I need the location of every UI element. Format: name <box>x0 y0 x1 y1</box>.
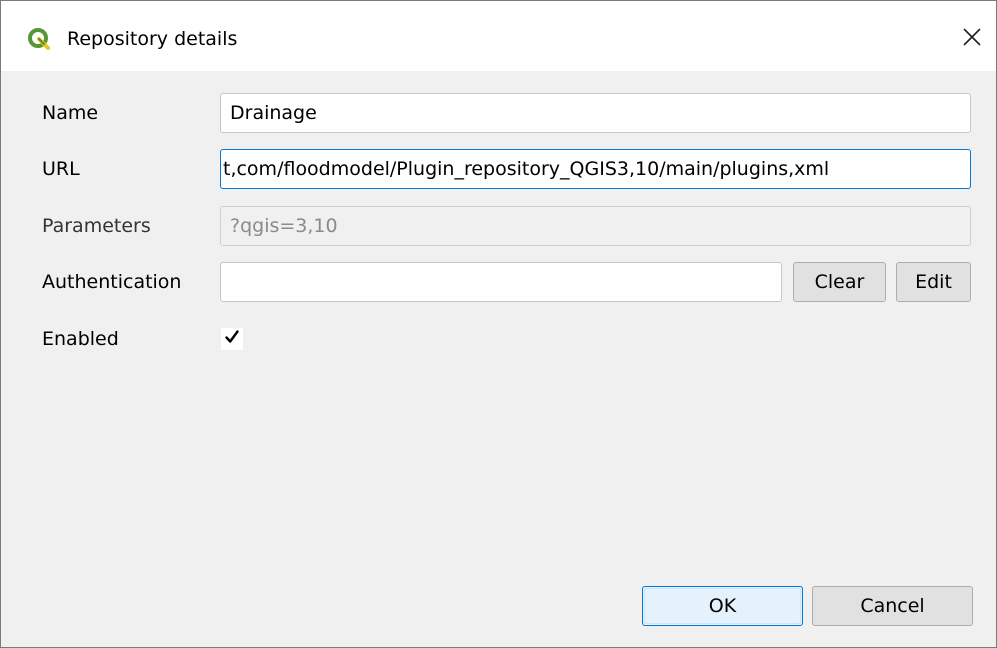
checkmark-icon <box>224 329 240 349</box>
cancel-button[interactable]: Cancel <box>812 586 973 626</box>
repository-details-dialog: Repository details Name Drainage URL t,c… <box>0 0 997 648</box>
url-label: URL <box>42 158 80 180</box>
name-label: Name <box>42 102 99 124</box>
close-button[interactable] <box>956 23 988 55</box>
parameters-field: ?qgis=3,10 <box>220 206 971 246</box>
edit-button[interactable]: Edit <box>896 262 971 302</box>
title-bar: Repository details <box>1 1 996 71</box>
name-field-value: Drainage <box>230 102 317 124</box>
close-icon <box>962 27 982 51</box>
dialog-title: Repository details <box>67 28 238 50</box>
enabled-checkbox[interactable] <box>220 327 244 351</box>
parameters-field-value: ?qgis=3,10 <box>230 215 338 237</box>
url-field[interactable]: t,com/floodmodel/Plugin_repository_QGIS3… <box>220 149 971 189</box>
url-field-value: t,com/floodmodel/Plugin_repository_QGIS3… <box>223 158 830 180</box>
ok-button[interactable]: OK <box>642 586 803 626</box>
parameters-label: Parameters <box>42 215 151 237</box>
name-field[interactable]: Drainage <box>220 93 971 133</box>
qgis-logo-icon <box>28 28 50 50</box>
authentication-field[interactable] <box>220 262 782 302</box>
authentication-label: Authentication <box>42 271 182 293</box>
clear-button[interactable]: Clear <box>793 262 886 302</box>
enabled-label: Enabled <box>42 328 119 350</box>
